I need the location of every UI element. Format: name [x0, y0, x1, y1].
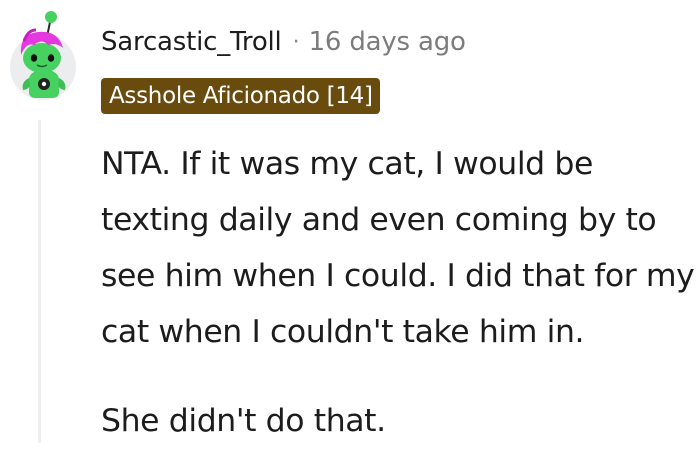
thread-collapse-line[interactable] [38, 120, 41, 443]
snoo-avatar-icon[interactable] [6, 8, 80, 104]
comment-paragraph: She didn't do that. [101, 403, 386, 439]
user-flair: Asshole Aficionado [14] [101, 78, 380, 114]
comment-header: Sarcastic_Troll · 16 days ago [101, 24, 466, 60]
meta-separator: · [292, 29, 300, 55]
comment-timestamp[interactable]: 16 days ago [309, 27, 466, 57]
author-username[interactable]: Sarcastic_Troll [101, 27, 282, 57]
comment-body: NTA. If it was my cat, I would be textin… [101, 136, 697, 449]
comment: Sarcastic_Troll · 16 days ago Asshole Af… [0, 0, 700, 443]
comment-paragraph: NTA. If it was my cat, I would be textin… [101, 146, 695, 350]
